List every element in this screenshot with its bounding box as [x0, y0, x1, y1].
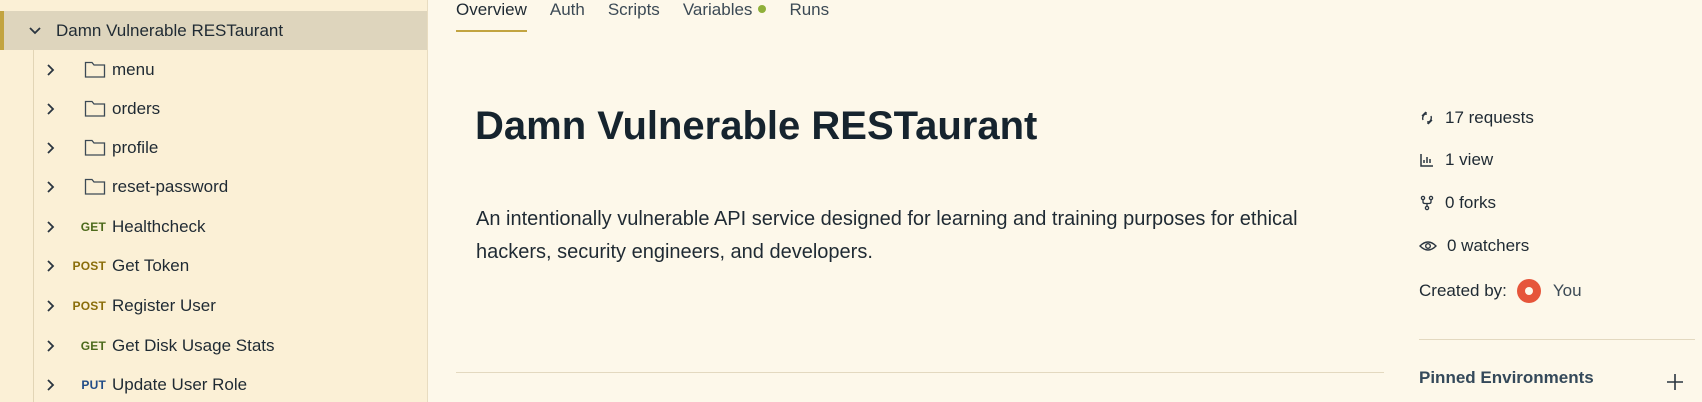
- forks-count-text: 0 forks: [1445, 193, 1497, 212]
- tab-variables[interactable]: Variables: [683, 0, 767, 34]
- requests-icon: [1421, 111, 1433, 125]
- request-name: Get Disk Usage Stats: [112, 336, 275, 355]
- chevron-right-icon[interactable]: [44, 259, 58, 273]
- watchers-count: 0 watchers: [1419, 236, 1529, 256]
- tab-runs[interactable]: Runs: [789, 0, 829, 34]
- request-healthcheck[interactable]: GET Healthcheck: [0, 207, 427, 245]
- views-count: 1 view: [1419, 150, 1493, 170]
- chevron-right-icon[interactable]: [44, 141, 58, 155]
- folder-name: orders: [112, 99, 161, 118]
- chevron-down-icon[interactable]: [28, 24, 42, 38]
- tab-scripts[interactable]: Scripts: [608, 0, 660, 34]
- request-get-disk-usage-stats[interactable]: GET Get Disk Usage Stats: [0, 326, 427, 364]
- collection-name: Damn Vulnerable RESTaurant: [56, 20, 284, 40]
- created-by-label: Created by:: [1419, 281, 1507, 300]
- watchers-count-text: 0 watchers: [1447, 236, 1530, 255]
- created-by-user[interactable]: You: [1553, 281, 1582, 301]
- avatar[interactable]: [1516, 279, 1541, 303]
- request-register-user[interactable]: POST Register User: [0, 286, 427, 324]
- chevron-right-icon[interactable]: [44, 63, 58, 77]
- requests-count: 17 requests: [1419, 108, 1534, 128]
- chevron-right-icon[interactable]: [44, 299, 58, 313]
- request-name: Get Token: [112, 256, 190, 275]
- requests-count-text: 17 requests: [1445, 108, 1534, 127]
- folder-name: reset-password: [112, 177, 229, 196]
- folder-name: menu: [112, 60, 155, 79]
- request-update-user-role[interactable]: PUT Update User Role: [0, 365, 427, 402]
- tab-overview[interactable]: Overview: [456, 0, 527, 34]
- bar-chart-icon: [1420, 154, 1433, 167]
- eye-icon: [1419, 241, 1437, 251]
- sidebar: Damn Vulnerable RESTaurant menu orders p…: [0, 0, 428, 402]
- folder-name: profile: [112, 138, 159, 157]
- tab-bar: Overview Auth Scripts Variables Runs: [456, 0, 852, 34]
- views-count-text: 1 view: [1445, 150, 1494, 169]
- folder-profile[interactable]: profile: [0, 128, 427, 166]
- method-badge: POST: [72, 299, 106, 313]
- chevron-right-icon[interactable]: [44, 220, 58, 234]
- tab-variables-label: Variables: [682, 0, 753, 19]
- variables-status-dot: [758, 5, 767, 13]
- collection-description[interactable]: An intentionally vulnerable API service …: [476, 203, 1376, 269]
- page-title[interactable]: Damn Vulnerable RESTaurant: [475, 104, 1037, 149]
- method-badge: GET: [80, 339, 106, 353]
- method-badge: PUT: [81, 378, 106, 392]
- request-name: Register User: [112, 296, 216, 315]
- chevron-right-icon[interactable]: [44, 378, 58, 392]
- folder-menu[interactable]: menu: [0, 50, 427, 88]
- fork-icon: [1420, 195, 1434, 211]
- chevron-right-icon[interactable]: [44, 180, 58, 194]
- request-name: Update User Role: [112, 375, 248, 394]
- created-by: Created by: You: [1419, 279, 1582, 303]
- folder-icon: [84, 178, 106, 195]
- plus-icon[interactable]: [1666, 373, 1684, 391]
- request-name: Healthcheck: [112, 217, 206, 236]
- method-badge: POST: [72, 259, 106, 273]
- folder-orders[interactable]: orders: [0, 89, 427, 127]
- divider: [456, 372, 1384, 373]
- pinned-environments-heading: Pinned Environments: [1419, 368, 1594, 387]
- divider: [1419, 339, 1695, 340]
- folder-reset-password[interactable]: reset-password: [0, 167, 427, 205]
- folder-icon: [84, 139, 106, 156]
- folder-icon: [84, 61, 106, 78]
- folder-icon: [84, 100, 106, 117]
- collection-row[interactable]: Damn Vulnerable RESTaurant: [0, 11, 427, 50]
- request-get-token[interactable]: POST Get Token: [0, 246, 427, 284]
- chevron-right-icon[interactable]: [44, 339, 58, 353]
- method-badge: GET: [80, 220, 106, 234]
- chevron-right-icon[interactable]: [44, 102, 58, 116]
- forks-count: 0 forks: [1419, 193, 1496, 213]
- tab-auth[interactable]: Auth: [550, 0, 585, 34]
